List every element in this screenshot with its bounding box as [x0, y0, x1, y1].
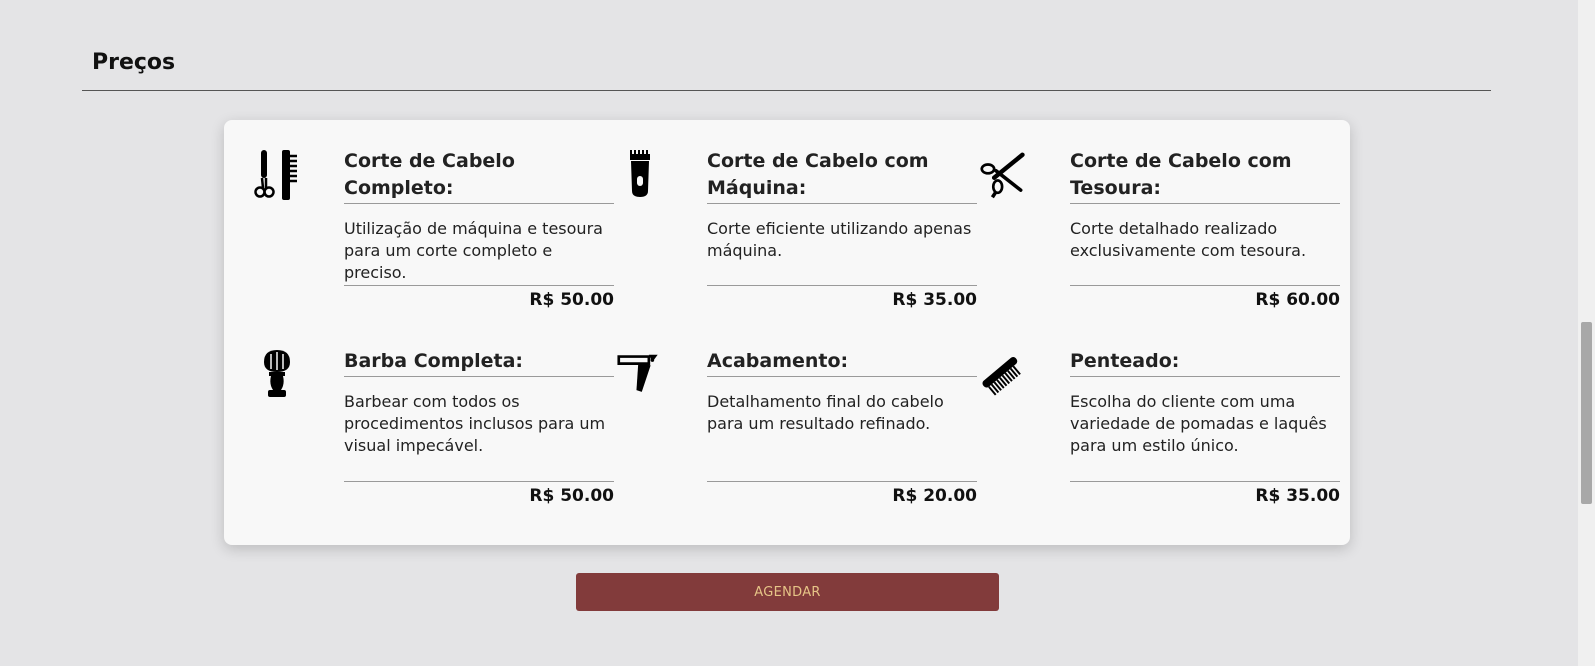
service-item: Corte de Cabelo Completo: Utilização de … [254, 148, 614, 318]
service-description: Corte detalhado realizado exclusivamente… [1070, 219, 1307, 260]
service-price: R$ 60.00 [1070, 285, 1340, 312]
service-price: R$ 35.00 [707, 285, 977, 312]
service-price: R$ 20.00 [707, 481, 977, 508]
service-content: Penteado: Escolha do cliente com uma var… [1070, 348, 1340, 457]
section-divider [82, 90, 1491, 91]
scrollbar-thumb[interactable] [1581, 322, 1592, 504]
service-content: Barba Completa: Barbear com todos os pro… [344, 348, 614, 457]
service-title: Corte de Cabelo com Tesoura: [1070, 148, 1340, 204]
service-item: Barba Completa: Barbear com todos os pro… [254, 348, 614, 518]
service-price: R$ 50.00 [344, 481, 614, 508]
prices-card: Corte de Cabelo Completo: Utilização de … [224, 120, 1350, 545]
service-title: Acabamento: [707, 348, 977, 377]
service-content: Acabamento: Detalhamento final do cabelo… [707, 348, 977, 435]
service-item: Acabamento: Detalhamento final do cabelo… [617, 348, 977, 518]
service-title: Corte de Cabelo Completo: [344, 148, 614, 204]
service-content: Corte de Cabelo Completo: Utilização de … [344, 148, 614, 284]
service-description: Barbear com todos os procedimentos inclu… [344, 392, 606, 455]
service-content: Corte de Cabelo com Máquina: Corte efici… [707, 148, 977, 262]
service-description: Corte eficiente utilizando apenas máquin… [707, 219, 972, 260]
schedule-button[interactable]: AGENDAR [576, 573, 999, 611]
service-description: Escolha do cliente com uma variedade de … [1070, 392, 1327, 455]
service-price: R$ 35.00 [1070, 481, 1340, 508]
service-title: Penteado: [1070, 348, 1340, 377]
shaving-brush-icon [254, 348, 300, 404]
service-item: Penteado: Escolha do cliente com uma var… [980, 348, 1340, 518]
straight-razor-icon [617, 348, 663, 404]
service-price: R$ 50.00 [344, 285, 614, 312]
service-item: Corte de Cabelo com Tesoura: Corte detal… [980, 148, 1340, 318]
service-title: Barba Completa: [344, 348, 614, 377]
comb-icon [980, 348, 1026, 404]
comb-and-scissors-icon [254, 148, 300, 204]
service-description: Detalhamento final do cabelo para um res… [707, 392, 944, 433]
section-title: Preços [92, 50, 176, 75]
service-item: Corte de Cabelo com Máquina: Corte efici… [617, 148, 977, 318]
page-scrollbar[interactable] [1578, 0, 1595, 666]
service-description: Utilização de máquina e tesoura para um … [344, 219, 603, 282]
scissors-icon [980, 148, 1026, 204]
service-title: Corte de Cabelo com Máquina: [707, 148, 977, 204]
service-content: Corte de Cabelo com Tesoura: Corte detal… [1070, 148, 1340, 262]
hair-clipper-icon [617, 148, 663, 204]
